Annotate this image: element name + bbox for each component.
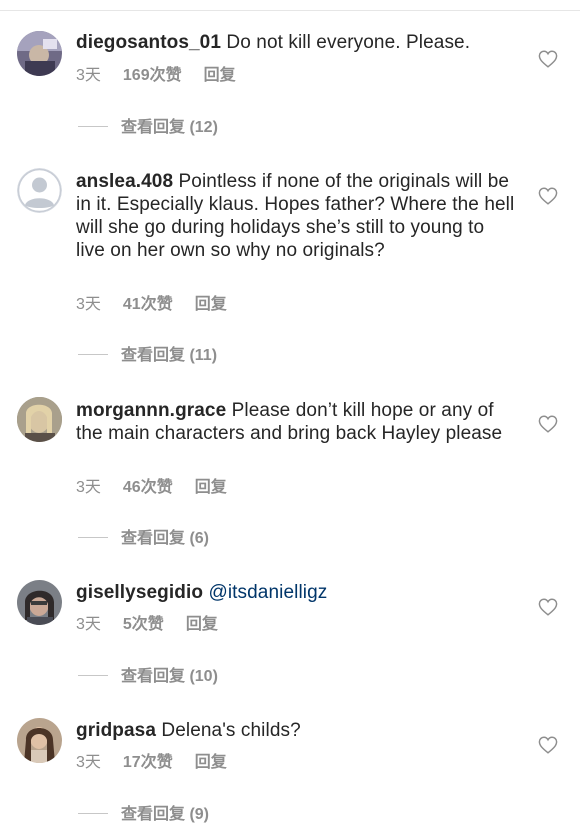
comment-username[interactable]: anslea.408 [76, 171, 173, 192]
view-replies-label: 查看回复 (12) [121, 119, 218, 136]
comment-likes[interactable]: 17次赞 [123, 752, 173, 774]
heart-outline-icon[interactable] [538, 598, 558, 616]
reply-button[interactable]: 回复 [195, 477, 227, 499]
comment-meta: 3天 169次赞 回复 [76, 65, 236, 87]
comment-time: 3天 [76, 296, 101, 313]
view-replies-label: 查看回复 (11) [121, 347, 218, 364]
comment-text: gisellysegidio @itsdanielligz [76, 581, 516, 604]
reply-button[interactable]: 回复 [195, 294, 227, 316]
comment-time: 3天 [76, 616, 101, 633]
avatar[interactable] [17, 397, 62, 442]
reply-button[interactable]: 回复 [186, 614, 218, 636]
view-replies-button[interactable]: 查看回复 (6) [78, 528, 209, 550]
comment-likes[interactable]: 5次赞 [123, 614, 164, 636]
reply-button[interactable]: 回复 [204, 65, 236, 87]
comment-time: 3天 [76, 67, 101, 84]
heart-outline-icon[interactable] [538, 415, 558, 433]
comment-meta: 3天 5次赞 回复 [76, 614, 218, 636]
comment-time: 3天 [76, 754, 101, 771]
comment-body: Do not kill everyone. Please. [226, 32, 471, 53]
view-replies-button[interactable]: 查看回复 (10) [78, 666, 218, 688]
comment-text: morgannn.grace Please don’t kill hope or… [76, 399, 516, 445]
view-replies-button[interactable]: 查看回复 (12) [78, 117, 218, 139]
replies-divider [78, 813, 108, 815]
view-replies-button[interactable]: 查看回复 (9) [78, 804, 209, 826]
comment-time: 3天 [76, 479, 101, 496]
top-divider [0, 10, 580, 11]
comment-likes[interactable]: 46次赞 [123, 477, 173, 499]
view-replies-label: 查看回复 (6) [121, 530, 210, 547]
view-replies-label: 查看回复 (9) [121, 806, 210, 823]
view-replies-button[interactable]: 查看回复 (11) [78, 345, 217, 367]
replies-divider [78, 675, 108, 677]
comment-meta: 3天 17次赞 回复 [76, 752, 227, 774]
replies-divider [78, 126, 108, 128]
comment-meta: 3天 46次赞 回复 [76, 477, 227, 499]
view-replies-label: 查看回复 (10) [121, 668, 218, 685]
reply-button[interactable]: 回复 [195, 752, 227, 774]
replies-divider [78, 537, 108, 539]
default-avatar-icon[interactable] [17, 168, 62, 213]
comment-text: anslea.408 Pointless if none of the orig… [76, 170, 516, 262]
comment-text: diegosantos_01 Do not kill everyone. Ple… [76, 31, 516, 54]
comment-meta: 3天 41次赞 回复 [76, 294, 227, 316]
comment-likes[interactable]: 41次赞 [123, 294, 173, 316]
comment-body: Delena's childs? [161, 720, 301, 741]
comment-username[interactable]: gisellysegidio [76, 582, 203, 603]
comment-mention[interactable]: @itsdanielligz [208, 582, 327, 603]
avatar[interactable] [17, 580, 62, 625]
comment-username[interactable]: diegosantos_01 [76, 32, 221, 53]
heart-outline-icon[interactable] [538, 187, 558, 205]
comments-page: diegosantos_01 Do not kill everyone. Ple… [0, 0, 580, 831]
replies-divider [78, 354, 108, 356]
comment-username[interactable]: morgannn.grace [76, 400, 226, 421]
heart-outline-icon[interactable] [538, 736, 558, 754]
avatar[interactable] [17, 718, 62, 763]
avatar[interactable] [17, 31, 62, 76]
comment-username[interactable]: gridpasa [76, 720, 156, 741]
comment-text: gridpasa Delena's childs? [76, 719, 516, 742]
comment-likes[interactable]: 169次赞 [123, 65, 182, 87]
heart-outline-icon[interactable] [538, 50, 558, 68]
